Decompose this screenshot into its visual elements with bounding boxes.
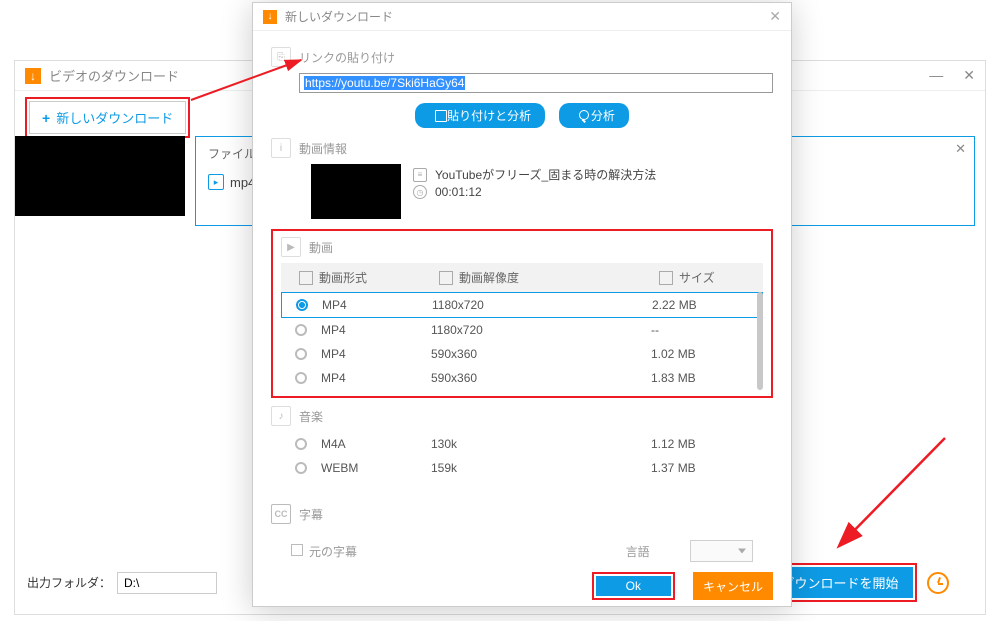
format-table-header: 動画形式 動画解像度 サイズ [281, 263, 763, 292]
radio-icon[interactable] [296, 299, 308, 311]
new-download-dialog: ↓ 新しいダウンロード ✕ ⎘ リンクの貼り付け https://youtu.b… [252, 2, 792, 607]
music-icon: ♪ [271, 406, 291, 426]
search-icon [573, 110, 585, 122]
info-icon: i [271, 138, 291, 158]
format-icon [299, 271, 313, 285]
cancel-button[interactable]: キャンセル [693, 572, 773, 600]
video-meta: ≡ YouTubeがフリーズ_固まる時の解決方法 ◷ 00:01:12 [413, 164, 773, 219]
dialog-title: 新しいダウンロード [285, 8, 393, 25]
scrollbar[interactable] [757, 292, 763, 390]
language-label: 言語 [626, 543, 650, 560]
paste-analyze-button[interactable]: 貼り付けと分析 [415, 103, 545, 128]
analyze-button-row: 貼り付けと分析 分析 [271, 103, 773, 128]
url-icon: ⎘ [271, 47, 291, 67]
annotation-highlight: ▶ 動画 動画形式 動画解像度 サイズ MP4 1180x720 2.22 MB [271, 229, 773, 398]
plus-icon: + [42, 110, 50, 126]
main-title: ビデオのダウンロード [49, 66, 179, 85]
subtitle-section-head: CC 字幕 [271, 504, 773, 524]
analyze-button[interactable]: 分析 [559, 103, 629, 128]
output-folder-label: 出力フォルダ： [27, 574, 111, 591]
video-format-rows: MP4 1180x720 2.22 MB MP4 1180x720 -- MP4… [281, 292, 763, 390]
video-section-head: ▶ 動画 [281, 237, 763, 257]
app-icon: ↓ [25, 68, 41, 84]
dialog-body: ⎘ リンクの貼り付け https://youtu.be/7Ski6HaGy64 … [253, 31, 791, 572]
subtitle-section-label: 字幕 [299, 506, 323, 523]
annotation-highlight: Ok [592, 572, 675, 600]
video-thumbnail [15, 136, 185, 216]
video-duration: 00:01:12 [435, 185, 482, 199]
radio-icon[interactable] [295, 348, 307, 360]
video-icon: ▶ [281, 237, 301, 257]
output-folder-input[interactable] [117, 572, 217, 594]
audio-section-label: 音楽 [299, 408, 323, 425]
paste-icon [429, 110, 441, 122]
format-row[interactable]: WEBM 159k 1.37 MB [281, 456, 773, 480]
dialog-titlebar: ↓ 新しいダウンロード ✕ [253, 3, 791, 31]
video-info-section-head: i 動画情報 [271, 138, 773, 158]
radio-icon[interactable] [295, 462, 307, 474]
clock-icon: ◷ [413, 185, 427, 199]
original-subtitle-checkbox[interactable]: 元の字幕 [291, 543, 357, 560]
dialog-footer: Ok キャンセル [592, 572, 773, 600]
close-icon[interactable]: ✕ [769, 8, 781, 25]
format-row[interactable]: MP4 1180x720 -- [281, 318, 763, 342]
mp4-icon: ▸ [208, 174, 224, 190]
format-row[interactable]: MP4 1180x720 2.22 MB [281, 292, 763, 318]
audio-format-rows: M4A 130k 1.12 MB WEBM 159k 1.37 MB [271, 432, 773, 480]
video-title: YouTubeがフリーズ_固まる時の解決方法 [435, 166, 656, 183]
video-format-table: 動画形式 動画解像度 サイズ MP4 1180x720 2.22 MB MP4 … [281, 263, 763, 390]
video-info-label: 動画情報 [299, 140, 347, 157]
minimize-icon[interactable]: — [929, 67, 943, 84]
format-row[interactable]: MP4 590x360 1.83 MB [281, 366, 763, 390]
new-download-label: 新しいダウンロード [56, 108, 173, 127]
video-section-label: 動画 [309, 239, 333, 256]
radio-icon[interactable] [295, 438, 307, 450]
new-download-button[interactable]: + 新しいダウンロード [29, 101, 186, 134]
window-controls: — ✕ [929, 67, 975, 84]
radio-icon[interactable] [295, 372, 307, 384]
ok-button[interactable]: Ok [596, 576, 671, 596]
document-icon: ≡ [413, 168, 427, 182]
annotation-highlight: + 新しいダウンロード [25, 97, 190, 138]
url-input[interactable]: https://youtu.be/7Ski6HaGy64 [299, 73, 773, 93]
video-thumbnail [311, 164, 401, 219]
video-info: ≡ YouTubeがフリーズ_固まる時の解決方法 ◷ 00:01:12 [271, 164, 773, 219]
radio-icon[interactable] [295, 324, 307, 336]
app-icon: ↓ [263, 10, 277, 24]
schedule-icon[interactable] [927, 572, 949, 594]
link-section-head: ⎘ リンクの貼り付け [271, 47, 773, 67]
subtitle-row: 元の字幕 言語 [271, 530, 773, 572]
size-icon [659, 271, 673, 285]
audio-section-head: ♪ 音楽 [271, 406, 773, 426]
close-icon[interactable]: ✕ [963, 67, 975, 84]
link-paste-label: リンクの貼り付け [299, 49, 395, 66]
close-icon[interactable]: ✕ [955, 141, 966, 157]
format-row[interactable]: M4A 130k 1.12 MB [281, 432, 773, 456]
format-row[interactable]: MP4 590x360 1.02 MB [281, 342, 763, 366]
cc-icon: CC [271, 504, 291, 524]
language-select[interactable] [690, 540, 753, 562]
resolution-icon [439, 271, 453, 285]
checkbox-icon [291, 544, 303, 556]
